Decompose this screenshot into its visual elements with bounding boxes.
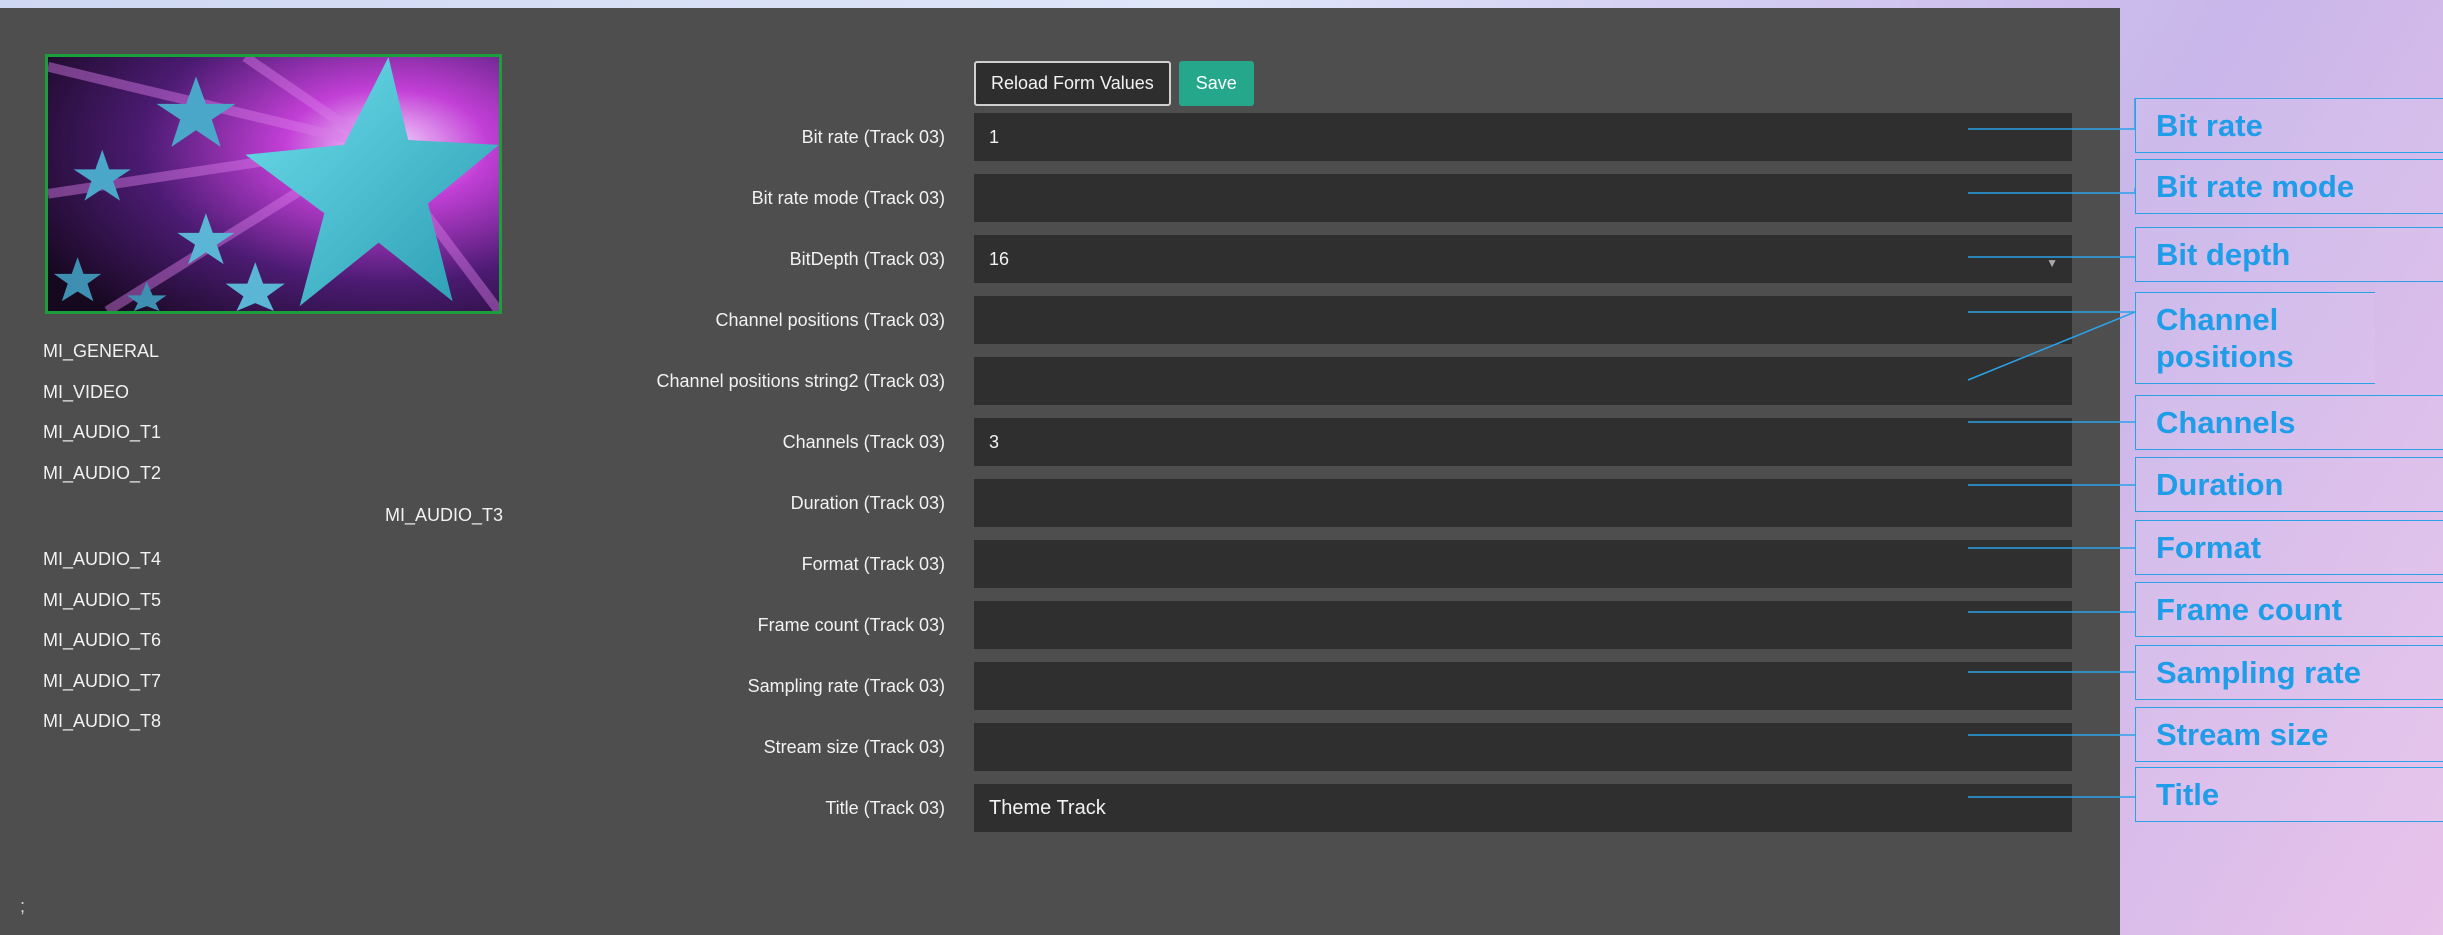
callout-channels: Channels [2135, 395, 2443, 450]
callout-title: Title [2135, 767, 2443, 822]
footer-text: ; [20, 896, 26, 916]
field-row-frame-count: Frame count (Track 03) [0, 601, 2120, 649]
callout-bit-rate: Bit rate [2135, 98, 2443, 153]
bitdepth-value: 16 [989, 249, 1010, 269]
field-row-bit-rate: Bit rate (Track 03) 1 [0, 113, 2120, 161]
field-row-stream-size: Stream size (Track 03) [0, 723, 2120, 771]
field-row-bit-rate-mode: Bit rate mode (Track 03) [0, 174, 2120, 222]
channel-positions-input[interactable] [974, 296, 2072, 344]
save-button[interactable]: Save [1178, 61, 1254, 106]
stream-size-input[interactable] [974, 723, 2072, 771]
bit-rate-mode-input[interactable] [974, 174, 2072, 222]
field-label: Frame count (Track 03) [757, 615, 945, 635]
field-label: Bit rate (Track 03) [801, 127, 945, 147]
field-label: Bit rate mode (Track 03) [751, 188, 945, 208]
callout-sampling-rate: Sampling rate [2135, 645, 2443, 700]
field-row-format: Format (Track 03) [0, 540, 2120, 588]
field-label: Sampling rate (Track 03) [747, 676, 945, 696]
duration-input[interactable] [974, 479, 2072, 527]
callout-bit-rate-mode: Bit rate mode [2135, 159, 2443, 214]
field-row-sampling-rate: Sampling rate (Track 03) [0, 662, 2120, 710]
callout-stream-size: Stream size [2135, 707, 2443, 762]
field-label: BitDepth (Track 03) [789, 249, 945, 269]
format-input[interactable] [974, 540, 2072, 588]
field-label: Channels (Track 03) [782, 432, 945, 452]
callout-bit-depth: Bit depth [2135, 227, 2443, 282]
callout-channel-positions: Channel positions [2135, 292, 2375, 384]
callout-format: Format [2135, 520, 2443, 575]
field-label: Stream size (Track 03) [763, 737, 945, 757]
field-label: Duration (Track 03) [790, 493, 945, 513]
field-row-title: Title (Track 03) Theme Track [0, 784, 2120, 832]
chevron-down-icon: ▼ [2046, 256, 2058, 270]
field-row-bitdepth: BitDepth (Track 03) 16 ▼ [0, 235, 2120, 283]
reload-form-values-button[interactable]: Reload Form Values [974, 61, 1171, 106]
editor-panel: MI_GENERAL MI_VIDEO MI_AUDIO_T1 MI_AUDIO… [0, 8, 2120, 935]
field-row-channel-positions: Channel positions (Track 03) [0, 296, 2120, 344]
channels-input[interactable]: 3 [974, 418, 2072, 466]
bitdepth-select[interactable]: 16 ▼ [974, 235, 2072, 283]
field-row-channel-positions-string2: Channel positions string2 (Track 03) [0, 357, 2120, 405]
bit-rate-input[interactable]: 1 [974, 113, 2072, 161]
title-input[interactable]: Theme Track [974, 784, 2072, 832]
callout-duration: Duration [2135, 457, 2443, 512]
channel-positions-string2-input[interactable] [974, 357, 2072, 405]
callout-frame-count: Frame count [2135, 582, 2443, 637]
field-label: Channel positions (Track 03) [715, 310, 945, 330]
field-row-channels: Channels (Track 03) 3 [0, 418, 2120, 466]
sampling-rate-input[interactable] [974, 662, 2072, 710]
frame-count-input[interactable] [974, 601, 2072, 649]
field-row-duration: Duration (Track 03) [0, 479, 2120, 527]
field-label: Title (Track 03) [825, 798, 945, 818]
field-label: Channel positions string2 (Track 03) [656, 371, 945, 391]
field-label: Format (Track 03) [801, 554, 945, 574]
form-actions: Reload Form Values Save [974, 61, 1254, 106]
